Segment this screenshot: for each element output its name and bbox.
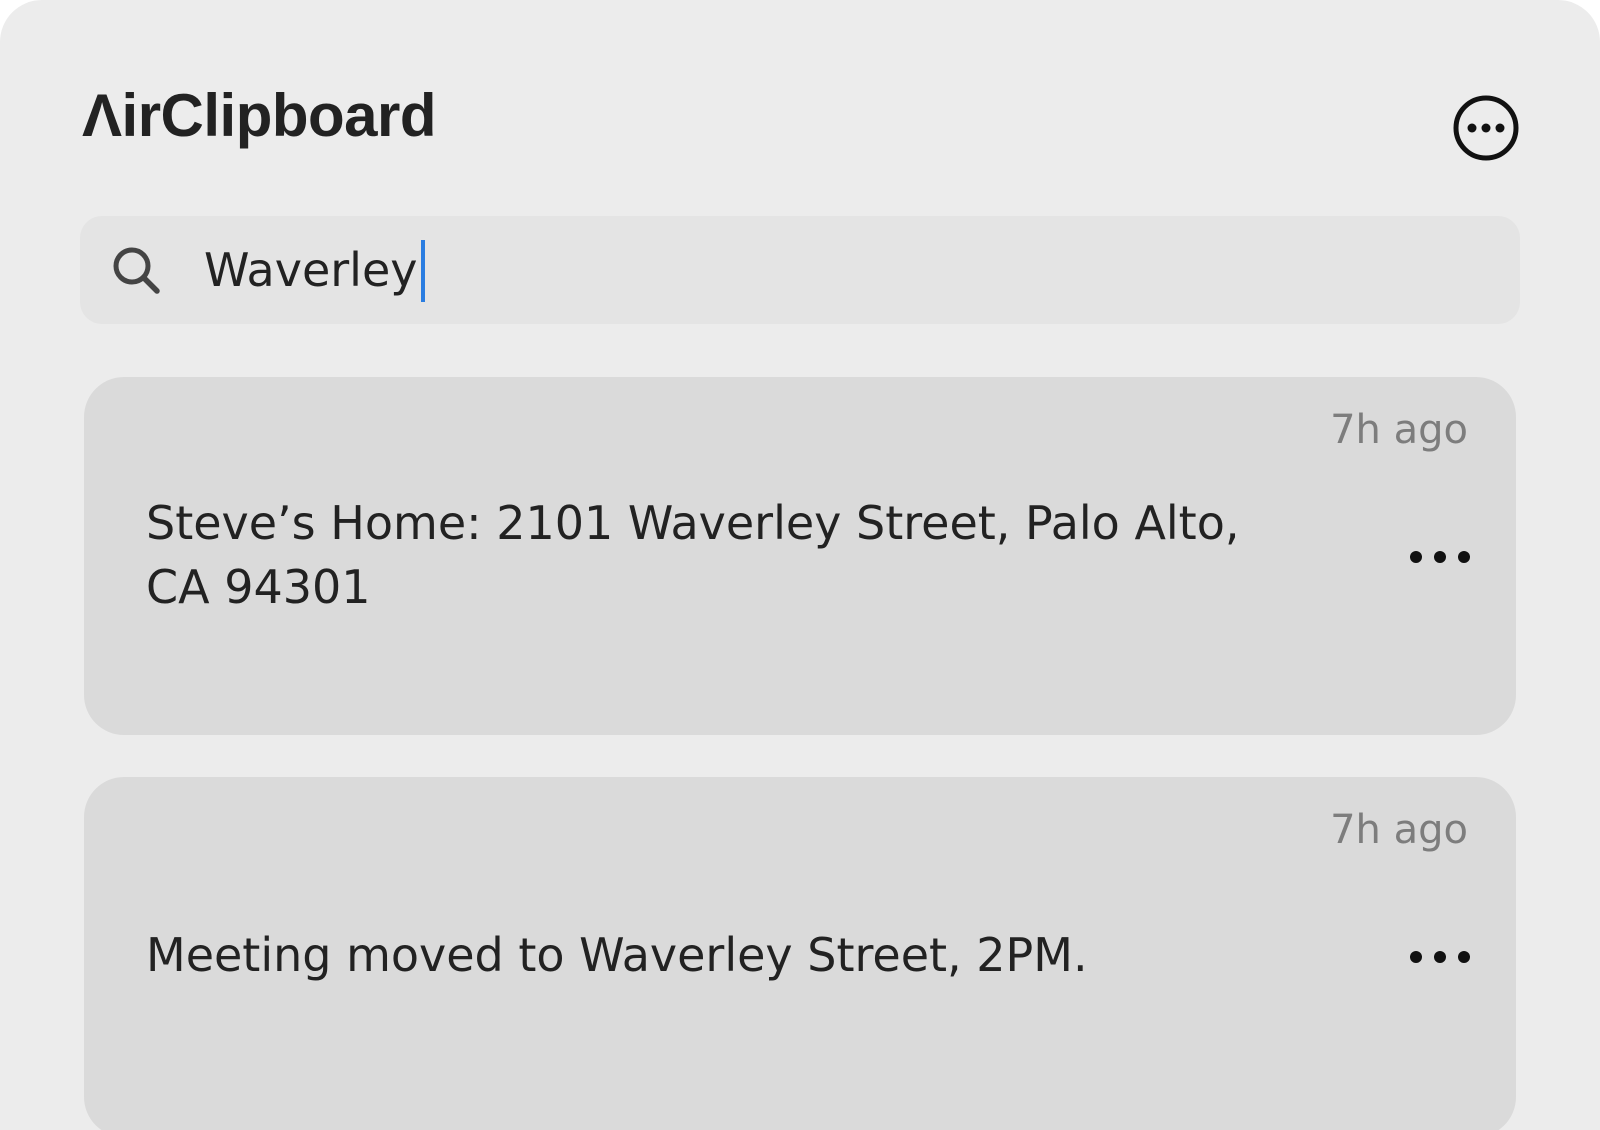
clip-card[interactable]: 7h ago Steve’s Home: 2101 Waverley Stree…	[84, 377, 1516, 735]
search-bar	[80, 216, 1520, 324]
app-title: ΛirClipboard	[82, 82, 437, 149]
ellipsis-circle-icon	[1453, 95, 1519, 161]
clip-timestamp: 7h ago	[1330, 407, 1468, 453]
ellipsis-icon[interactable]	[1408, 547, 1472, 567]
app-window: ΛirClipboard 7h ago Steve’s Home: 2101 W…	[0, 0, 1600, 1130]
clip-timestamp: 7h ago	[1330, 807, 1468, 853]
clip-text: Meeting moved to Waverley Street, 2PM.	[146, 928, 1088, 982]
search-icon	[113, 247, 160, 294]
search-input[interactable]	[204, 230, 1484, 310]
clip-text: Steve’s Home: 2101 Waverley Street, Palo…	[146, 496, 1240, 614]
ellipsis-icon[interactable]	[1408, 947, 1472, 967]
more-options-button[interactable]	[1452, 94, 1520, 162]
text-cursor	[421, 240, 426, 302]
clip-card[interactable]: 7h ago Meeting moved to Waverley Street,…	[84, 777, 1516, 1130]
